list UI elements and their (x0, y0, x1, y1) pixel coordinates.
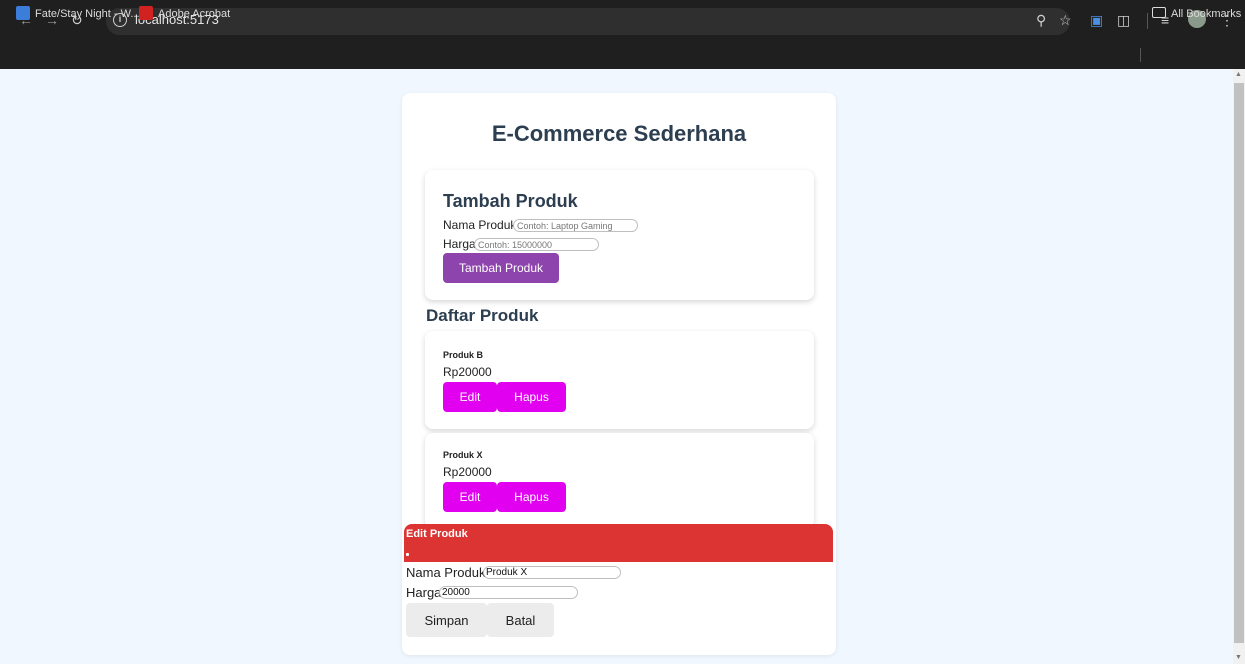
scroll-up-arrow-icon[interactable]: ▲ (1235, 71, 1242, 78)
add-product-title: Tambah Produk (443, 191, 578, 211)
bookmarks-divider (1140, 48, 1141, 62)
product-name: Produk X (443, 450, 483, 460)
delete-button[interactable]: Hapus (497, 482, 566, 512)
scroll-down-arrow-icon[interactable]: ▼ (1235, 654, 1242, 661)
address-bar[interactable] (106, 8, 1070, 35)
edit-name-input[interactable] (483, 566, 621, 579)
product-price: Rp20000 (443, 365, 492, 379)
product-list-title: Daftar Produk (426, 306, 539, 325)
edit-name-label: Nama Produk (406, 565, 486, 580)
edit-product-title: Edit Produk (406, 528, 468, 540)
delete-button[interactable]: Hapus (497, 382, 566, 412)
edit-price-input[interactable] (439, 586, 578, 599)
edit-product-header (404, 524, 833, 562)
bookmarks-bar (0, 41, 1245, 69)
bullet-icon (406, 553, 409, 556)
edit-button[interactable]: Edit (443, 482, 497, 512)
save-button[interactable]: Simpan (406, 603, 487, 637)
bookmark-label: Adobe Acrobat (158, 8, 231, 20)
edit-price-label: Harga (406, 585, 442, 600)
all-bookmarks-label: All Bookmarks (1171, 8, 1242, 20)
add-product-button[interactable]: Tambah Produk (443, 253, 559, 283)
product-name: Produk B (443, 350, 484, 360)
acrobat-icon (139, 6, 153, 20)
bookmark-fate[interactable]: Fate/Stay Night - W... (16, 6, 140, 22)
edit-button[interactable]: Edit (443, 382, 497, 412)
product-price: Rp20000 (443, 465, 492, 479)
product-card (425, 433, 814, 528)
page-title: E-Commerce Sederhana (491, 121, 747, 146)
price-label: Harga (443, 237, 476, 251)
product-name-input[interactable] (513, 219, 638, 232)
all-bookmarks[interactable]: All Bookmarks (1152, 6, 1241, 22)
bookmark-favicon-icon (16, 6, 30, 20)
bookmark-star-icon[interactable]: ☆ (1059, 11, 1072, 29)
extension-icon[interactable]: ▣ (1090, 11, 1103, 29)
cancel-button[interactable]: Batal (487, 603, 554, 637)
product-name-label: Nama Produk (443, 218, 517, 232)
scrollbar-thumb[interactable] (1234, 83, 1244, 643)
zoom-icon[interactable]: ⚲ (1036, 11, 1046, 29)
folder-icon (1152, 7, 1166, 18)
bookmark-adobe-acrobat[interactable]: Adobe Acrobat (139, 6, 230, 22)
product-card (425, 331, 814, 429)
toolbar-divider (1147, 13, 1148, 29)
price-input[interactable] (474, 238, 599, 251)
extensions-puzzle-icon[interactable]: ◫ (1117, 11, 1130, 29)
bookmark-label: Fate/Stay Night - W... (35, 8, 140, 20)
